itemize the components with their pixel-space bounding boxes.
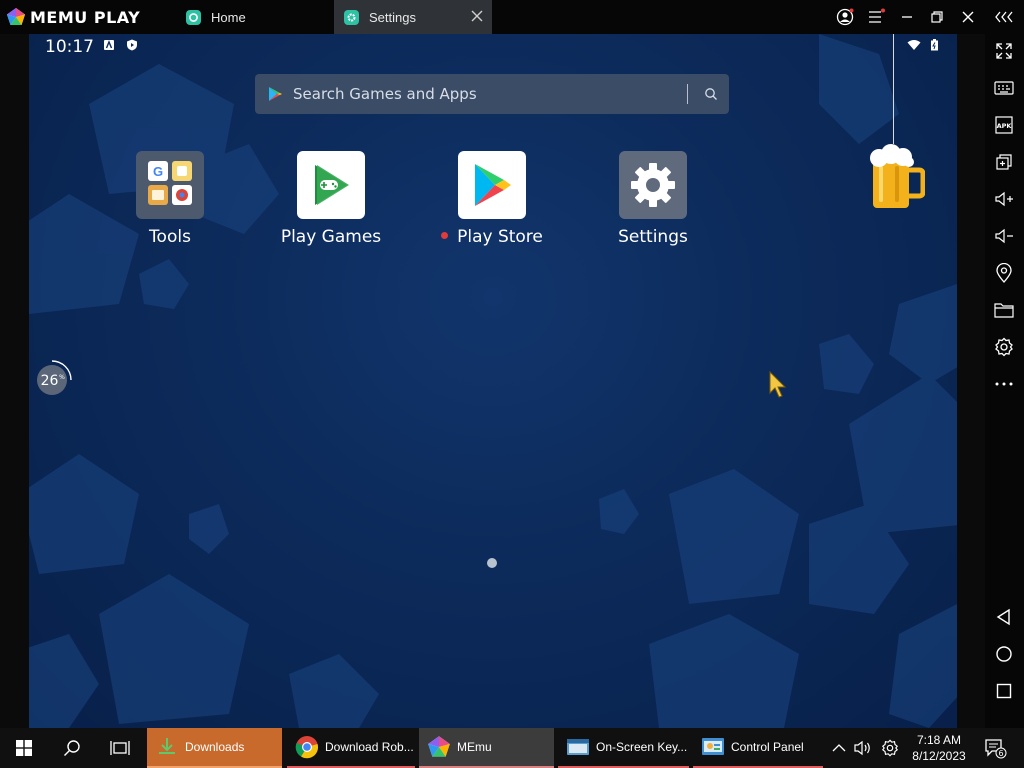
settings-gear-tray-icon[interactable]: [878, 728, 902, 768]
tools-folder-icon: G: [136, 151, 204, 219]
system-clock[interactable]: 7:18 AM 8/12/2023: [906, 732, 972, 764]
windows-start-icon[interactable]: [0, 728, 48, 768]
beer-mug-icon[interactable]: [867, 142, 926, 212]
search-icon[interactable]: [48, 728, 96, 768]
new-badge: [441, 232, 449, 239]
android-status-bar: 10:17: [29, 34, 957, 58]
chrome-icon: [295, 736, 319, 759]
tab-label: Settings: [369, 9, 416, 25]
beer-string: [893, 34, 894, 144]
windows-taskbar: Downloads Download Rob... MEmu On-Screen…: [0, 728, 1024, 768]
volume-icon[interactable]: [851, 728, 875, 768]
play-store-icon: [269, 87, 282, 101]
volume-up-icon[interactable]: [993, 188, 1015, 210]
folder-icon[interactable]: [993, 299, 1015, 321]
back-icon[interactable]: [993, 606, 1015, 628]
app-label: Play Store: [427, 227, 557, 247]
multi-instance-icon[interactable]: [993, 151, 1015, 173]
app-label: Tools: [149, 227, 191, 247]
search-bar[interactable]: Search Games and Apps: [255, 74, 729, 114]
page-indicator: [487, 558, 497, 568]
menu-icon[interactable]: [867, 8, 885, 26]
recent-apps-icon[interactable]: [993, 680, 1015, 702]
memu-logo-icon: [7, 8, 25, 25]
taskbar-item-label: Control Panel: [731, 740, 804, 754]
notification-center-icon[interactable]: 6: [978, 728, 1012, 768]
close-icon[interactable]: [959, 8, 977, 26]
tab-home[interactable]: Home: [178, 0, 328, 34]
volume-down-icon[interactable]: [993, 225, 1015, 247]
taskbar-item-label: Download Rob...: [325, 740, 414, 754]
performance-meter[interactable]: 26 %: [33, 358, 75, 400]
title-bar: MEMU PLAY Home Settings: [0, 0, 1024, 34]
taskbar-item-chrome[interactable]: Download Rob...: [287, 728, 415, 768]
tab-label: Home: [211, 9, 246, 25]
brand-name: MEMU PLAY: [30, 7, 141, 27]
taskbar-item-label: Downloads: [185, 740, 245, 754]
wallpaper-pentagons: [29, 34, 957, 728]
fullscreen-icon[interactable]: [993, 40, 1015, 62]
svg-text:APK: APK: [997, 122, 1013, 130]
settings-icon[interactable]: [993, 336, 1015, 358]
app-label: Settings: [618, 227, 688, 247]
notification-count: 6: [998, 749, 1003, 758]
svg-text:G: G: [153, 164, 163, 179]
memu-logo-icon: [428, 736, 450, 757]
downloads-folder-icon: [159, 738, 175, 754]
status-clock: 10:17: [45, 37, 94, 57]
play-games-icon: [297, 151, 365, 219]
search-placeholder: Search Games and Apps: [293, 85, 477, 103]
close-tab-icon[interactable]: [470, 9, 484, 23]
settings-gear-icon: [344, 9, 359, 25]
taskbar-item-downloads[interactable]: Downloads: [147, 728, 282, 768]
collapse-sidebar-icon[interactable]: [993, 8, 1015, 26]
left-frame: [0, 34, 29, 728]
keyboard-mapping-icon[interactable]: [993, 77, 1015, 99]
app-tools[interactable]: G Tools: [105, 151, 235, 261]
right-frame: [957, 34, 985, 728]
restore-icon[interactable]: [928, 8, 946, 26]
battery-icon: [931, 39, 938, 51]
mouse-cursor-icon: [769, 371, 787, 398]
memu-brand: MEMU PLAY: [6, 6, 140, 28]
memu-home-icon: [186, 9, 201, 25]
more-options-icon[interactable]: [993, 373, 1015, 395]
taskbar-item-label: MEmu: [457, 740, 492, 754]
task-view-icon[interactable]: [96, 728, 144, 768]
app-settings[interactable]: Settings: [588, 151, 718, 261]
android-home-screen[interactable]: 10:17 Search Games and Apps G Tools Play…: [29, 34, 957, 728]
minimize-icon[interactable]: [898, 8, 916, 26]
taskbar-item-on-screen-keyboard[interactable]: On-Screen Key...: [558, 728, 689, 768]
show-hidden-icons-icon[interactable]: [828, 728, 850, 768]
memu-toolbar: APK: [985, 34, 1024, 728]
performance-value: 26: [41, 373, 59, 389]
clock-date: 8/12/2023: [912, 749, 966, 763]
wifi-icon: [907, 40, 921, 50]
settings-gear-icon: [619, 151, 687, 219]
notification-a-icon: [104, 40, 114, 50]
app-label: Play Games: [280, 227, 382, 247]
play-store-icon: [458, 151, 526, 219]
tab-settings[interactable]: Settings: [334, 0, 492, 34]
taskbar-item-control-panel[interactable]: Control Panel: [693, 728, 823, 768]
performance-unit: %: [59, 374, 65, 381]
apk-install-icon[interactable]: APK: [993, 114, 1015, 136]
taskbar-item-memu[interactable]: MEmu: [419, 728, 554, 768]
shield-play-icon: [127, 39, 137, 51]
location-icon[interactable]: [993, 262, 1015, 284]
app-play-store[interactable]: Play Store: [427, 151, 557, 261]
clock-time: 7:18 AM: [916, 733, 962, 747]
search-divider: [687, 84, 688, 104]
control-panel-icon: [702, 738, 724, 755]
keyboard-icon: [567, 739, 589, 755]
account-icon[interactable]: [836, 8, 854, 26]
home-icon[interactable]: [993, 643, 1015, 665]
app-play-games[interactable]: Play Games: [266, 151, 396, 261]
search-icon[interactable]: [704, 87, 718, 101]
taskbar-item-label: On-Screen Key...: [596, 740, 688, 754]
